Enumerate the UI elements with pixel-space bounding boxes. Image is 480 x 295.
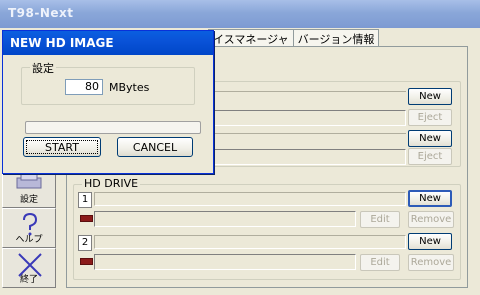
hd1-name-field bbox=[94, 192, 406, 206]
main-window-title: T98-Next bbox=[8, 6, 74, 20]
tab-device-manager[interactable]: イスマネージャ bbox=[208, 29, 294, 46]
size-unit-label: MBytes bbox=[109, 81, 150, 94]
size-settings-group-label: 設定 bbox=[30, 60, 56, 76]
exit-label: 終了 bbox=[19, 275, 38, 285]
help-label: ヘルプ bbox=[15, 235, 43, 245]
hd2-image-field bbox=[94, 254, 356, 270]
size-input[interactable]: 80 bbox=[65, 79, 103, 95]
hd1-access-led bbox=[80, 215, 93, 222]
hd2-remove-button[interactable]: Remove bbox=[408, 254, 454, 271]
hd-drive-group-title: HD DRIVE bbox=[82, 177, 141, 190]
hd1-edit-button[interactable]: Edit bbox=[360, 211, 400, 228]
new-hd-image-dialog: NEW HD IMAGE 設定 80 MBytes START CANCEL bbox=[2, 30, 214, 174]
settings-label: 設定 bbox=[19, 195, 38, 205]
hd1-number: 1 bbox=[78, 192, 92, 208]
hd1-image-field bbox=[94, 211, 356, 227]
hd2-access-led bbox=[80, 258, 93, 265]
exit-button[interactable]: 終了 bbox=[2, 248, 56, 288]
hd2-new-button[interactable]: New bbox=[408, 233, 452, 250]
fd1-new-button[interactable]: New bbox=[408, 88, 452, 105]
fd2-new-button[interactable]: New bbox=[408, 130, 452, 147]
fd2-eject-button[interactable]: Eject bbox=[408, 148, 452, 165]
dialog-titlebar[interactable]: NEW HD IMAGE bbox=[3, 31, 213, 55]
dialog-title: NEW HD IMAGE bbox=[10, 36, 114, 50]
fd1-eject-button[interactable]: Eject bbox=[408, 109, 452, 126]
tab-strip: イスマネージャ バージョン情報 bbox=[208, 29, 380, 46]
hd-drive-group: HD DRIVE 1 New Edit Remove 2 New Edit Re… bbox=[73, 177, 461, 280]
help-button[interactable]: ヘルプ bbox=[2, 208, 56, 248]
tab-version-info[interactable]: バージョン情報 bbox=[292, 29, 380, 46]
hd2-number: 2 bbox=[78, 235, 92, 251]
hd2-name-field bbox=[94, 235, 406, 249]
progress-bar bbox=[25, 121, 201, 134]
hd1-remove-button[interactable]: Remove bbox=[408, 211, 454, 228]
size-settings-group: 設定 bbox=[21, 60, 195, 105]
cancel-button[interactable]: CANCEL bbox=[117, 137, 193, 157]
settings-button[interactable]: 設定 bbox=[2, 168, 56, 208]
hd1-new-button[interactable]: New bbox=[408, 190, 452, 207]
main-titlebar[interactable]: T98-Next bbox=[0, 0, 480, 28]
start-button[interactable]: START bbox=[23, 137, 101, 157]
hd2-edit-button[interactable]: Edit bbox=[360, 254, 400, 271]
